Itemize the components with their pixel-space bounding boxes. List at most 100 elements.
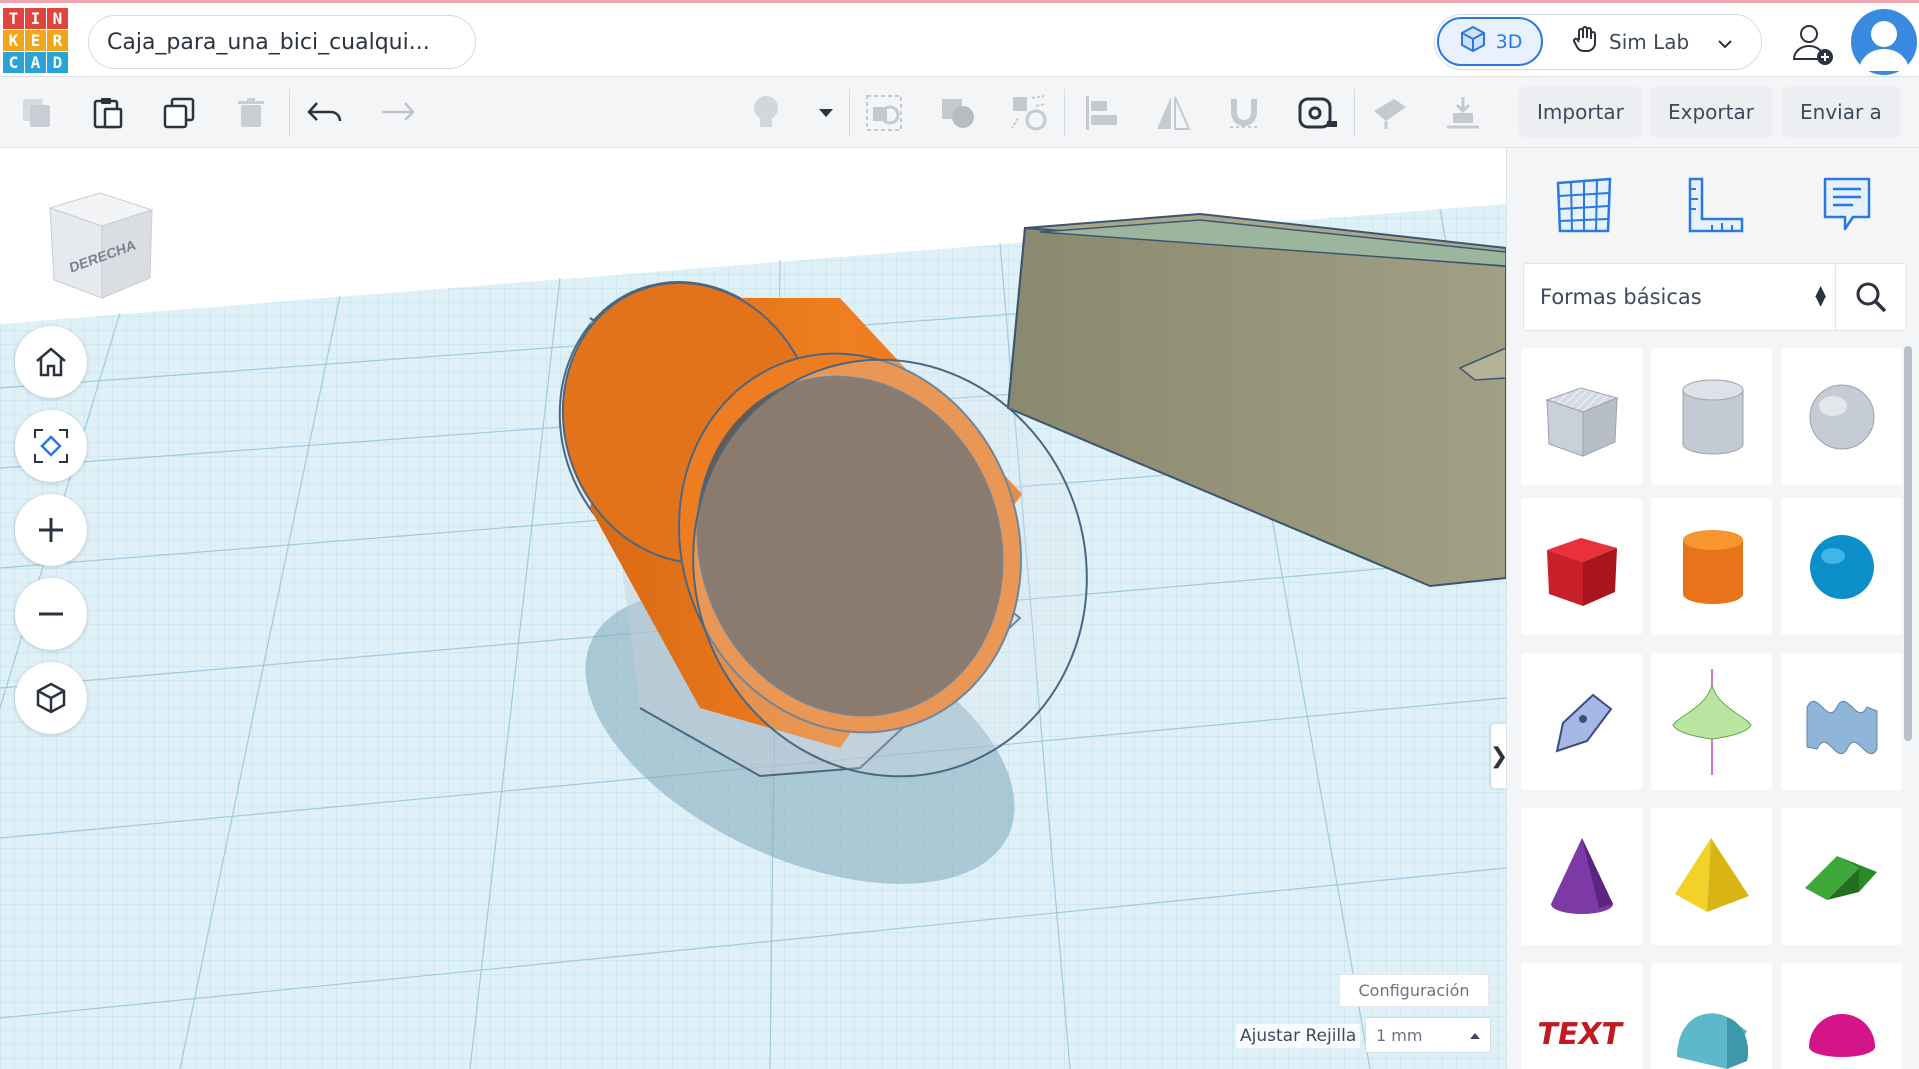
panel-scrollbar[interactable] (1904, 346, 1912, 741)
logo-letter: K (3, 30, 24, 51)
redo-button[interactable] (375, 91, 419, 135)
shape-scribble[interactable] (1521, 653, 1642, 790)
app-header: TINKERCAD Caja_para_una_bici_cualqui... … (0, 0, 1919, 77)
cruise-button[interactable] (1007, 91, 1051, 135)
shape-category-value: Formas básicas (1540, 285, 1702, 309)
magnet-icon (1230, 99, 1258, 128)
avatar-icon (1859, 21, 1909, 71)
light-dropdown-button[interactable] (804, 91, 848, 135)
workplane-viewport[interactable]: DERECHA Configuración Ajustar Rejilla 1 … (0, 148, 1506, 1069)
align-icon (1086, 96, 1117, 130)
shape-pyramid[interactable] (1651, 808, 1772, 945)
caret-down-icon (819, 109, 833, 117)
purple-cone-icon (1550, 837, 1613, 914)
export-button[interactable]: Exportar (1650, 87, 1772, 137)
mode-switcher: 3D Sim Lab (1434, 14, 1762, 70)
settings-button[interactable]: Configuración (1339, 974, 1489, 1007)
ruler-icon (1688, 177, 1744, 233)
shape-half-cylinder[interactable] (1651, 963, 1772, 1069)
cruise-icon (1011, 95, 1047, 131)
fit-view-button[interactable] (15, 410, 87, 482)
duplicate-button[interactable] (157, 91, 201, 135)
send-to-button[interactable]: Enviar a (1782, 87, 1900, 137)
user-avatar[interactable] (1851, 9, 1917, 75)
tinkercad-logo[interactable]: TIN KER CAD (3, 8, 69, 74)
shape-generator[interactable] (1781, 653, 1902, 790)
blue-sphere-icon (1809, 534, 1874, 599)
home-view-button[interactable] (15, 326, 87, 398)
tab-ruler[interactable] (1677, 168, 1751, 242)
logo-letter: I (25, 8, 46, 29)
paraboloid-icon (1671, 668, 1752, 775)
half-cylinder-icon (1676, 1012, 1748, 1069)
snap-grid-select[interactable]: 1 mm (1365, 1017, 1491, 1053)
shape-box[interactable] (1521, 498, 1642, 635)
paint-button[interactable] (1368, 91, 1412, 135)
text-3d-icon: TEXT (1537, 1017, 1625, 1052)
scribble-pen-icon (1555, 693, 1612, 753)
ruler-tape-button[interactable] (1296, 91, 1340, 135)
drop-icon (1447, 97, 1479, 129)
zoom-in-button[interactable] (15, 494, 87, 566)
copy-button[interactable] (15, 91, 59, 135)
shape-paraboloid[interactable] (1651, 653, 1772, 790)
shape-search-button[interactable] (1835, 263, 1907, 331)
align-button[interactable] (1080, 91, 1124, 135)
shape-half-sphere[interactable] (1781, 963, 1902, 1069)
plus-icon (39, 518, 63, 542)
import-button[interactable]: Importar (1519, 87, 1642, 137)
add-user-button[interactable] (1787, 19, 1837, 69)
light-bulb-button[interactable] (744, 91, 788, 135)
mode-3d-label: 3D (1495, 30, 1523, 53)
logo-letter: R (47, 30, 68, 51)
copy-icon (23, 99, 50, 127)
shape-text[interactable]: TEXT (1521, 963, 1642, 1069)
chevron-right-icon: ❯ (1490, 744, 1506, 769)
shape-category-select[interactable]: Formas básicas ▲ ▼ (1523, 263, 1841, 331)
tape-measure-icon (1298, 97, 1337, 129)
scene-canvas[interactable] (0, 148, 1506, 1069)
logo-letter: T (3, 8, 24, 29)
panel-collapse-toggle[interactable]: ❯ (1490, 724, 1506, 788)
document-title[interactable]: Caja_para_una_bici_cualqui... (88, 15, 476, 69)
simlab-label: Sim Lab (1609, 29, 1690, 54)
paste-icon (93, 98, 123, 129)
ungroup-button[interactable] (935, 91, 979, 135)
zoom-out-button[interactable] (15, 578, 87, 650)
simlab-button[interactable]: Sim Lab (1571, 17, 1751, 66)
shape-sphere[interactable] (1781, 498, 1902, 635)
logo-letter: N (47, 8, 68, 29)
drop-button[interactable] (1441, 91, 1485, 135)
sphere-hole-icon (1809, 384, 1874, 449)
view-cube[interactable]: DERECHA (40, 188, 160, 308)
mode-3d-button[interactable]: 3D (1437, 17, 1543, 66)
light-bulb-icon (754, 96, 778, 127)
trash-icon (238, 98, 264, 127)
logo-letter: A (25, 52, 46, 73)
perspective-toggle-button[interactable] (15, 662, 87, 734)
tab-workplane-grid[interactable] (1547, 168, 1621, 242)
tab-notes[interactable] (1810, 168, 1884, 242)
shape-box-hole[interactable] (1521, 348, 1642, 485)
shape-roof[interactable] (1781, 808, 1902, 945)
undo-icon (307, 102, 342, 122)
duplicate-icon (163, 97, 195, 129)
logo-letter: E (25, 30, 46, 51)
minus-icon (39, 612, 63, 616)
ungroup-icon (942, 99, 974, 128)
shape-sphere-hole[interactable] (1781, 348, 1902, 485)
shape-cylinder-hole[interactable] (1651, 348, 1772, 485)
delete-button[interactable] (229, 91, 273, 135)
logo-letter: C (3, 52, 24, 73)
box-hole-icon (1544, 386, 1619, 457)
magnet-button[interactable] (1222, 91, 1266, 135)
group-button[interactable] (862, 91, 906, 135)
paste-button[interactable] (86, 91, 130, 135)
undo-button[interactable] (303, 91, 347, 135)
shape-cone[interactable] (1521, 808, 1642, 945)
shape-cylinder[interactable] (1651, 498, 1772, 635)
snap-grid-value: 1 mm (1376, 1025, 1423, 1045)
search-icon (1856, 282, 1887, 313)
red-box-icon (1546, 537, 1617, 606)
mirror-button[interactable] (1151, 91, 1195, 135)
